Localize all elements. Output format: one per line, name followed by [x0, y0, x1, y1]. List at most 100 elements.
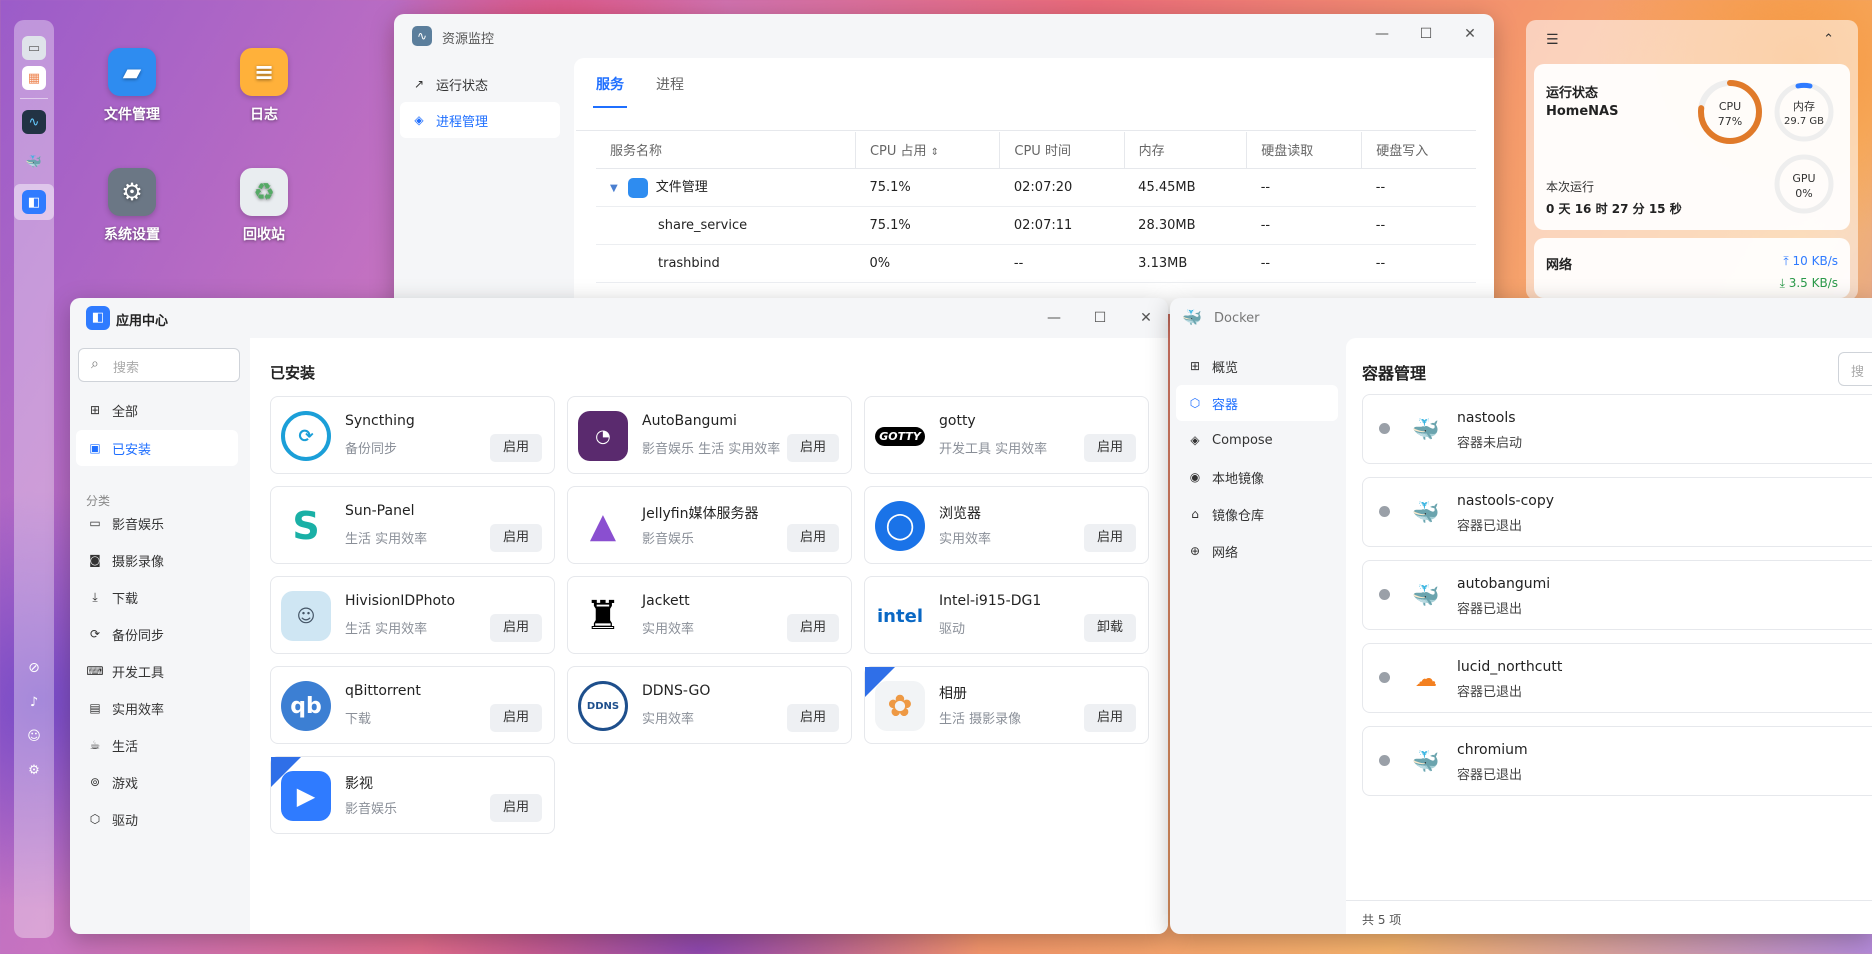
- docker-nav-containers[interactable]: ⬡ 容器: [1176, 385, 1338, 421]
- app-card-hivisionidphoto[interactable]: ☺ HivisionIDPhoto 生活 实用效率 启用: [270, 576, 555, 654]
- app-card-intel-i915[interactable]: intel Intel-i915-DG1 驱动 卸载: [864, 576, 1149, 654]
- app-card-sun-panel[interactable]: S Sun-Panel 生活 实用效率 启用: [270, 486, 555, 564]
- category-devtools[interactable]: ⌨ 开发工具: [76, 656, 238, 686]
- col-service-name[interactable]: 服务名称: [596, 132, 856, 169]
- docker-nav-network[interactable]: ⊕ 网络: [1176, 533, 1338, 569]
- bell-icon[interactable]: ♪: [22, 690, 46, 714]
- docker-search-input[interactable]: 搜: [1838, 352, 1872, 386]
- app-card-photos[interactable]: ✿ 相册 生活 摄影录像 启用: [864, 666, 1149, 744]
- collapse-icon[interactable]: ⌃: [1823, 32, 1834, 47]
- search-input[interactable]: ⌕ 搜索: [78, 348, 240, 382]
- status-dot: [1379, 672, 1390, 683]
- sidebar-item-run-status[interactable]: ↗ 运行状态: [400, 66, 538, 102]
- enable-button[interactable]: 启用: [1084, 704, 1136, 732]
- table-row[interactable]: ▼ 文件管理 75.1% 02:07:20 45.45MB -- --: [596, 168, 1476, 207]
- maximize-icon[interactable]: ☐: [1090, 308, 1110, 328]
- monitor-icon[interactable]: ▭: [22, 36, 46, 60]
- col-disk-write[interactable]: 硬盘写入: [1361, 132, 1476, 169]
- category-life[interactable]: ☕ 生活: [76, 730, 238, 760]
- docker-nav-overview[interactable]: ⊞ 概览: [1176, 348, 1338, 384]
- enable-button[interactable]: 启用: [1084, 524, 1136, 552]
- folder-icon: [627, 177, 648, 198]
- upload-icon: ⤒: [1783, 254, 1789, 268]
- docker-nav-registry[interactable]: ⌂ 镜像仓库: [1176, 496, 1338, 532]
- sidebar-item-process-management[interactable]: ◈ 进程管理: [400, 102, 560, 138]
- close-icon[interactable]: ✕: [1460, 24, 1480, 44]
- cube-icon: ⬡: [89, 812, 101, 826]
- category-photo[interactable]: ◙ 摄影录像: [76, 545, 238, 575]
- app-card-autobangumi[interactable]: ◔ AutoBangumi 影音娱乐 生活 实用效率 启用: [567, 396, 852, 474]
- col-cpu-usage[interactable]: CPU 占用 ⇕: [854, 132, 1000, 169]
- app-center-icon[interactable]: ◧: [22, 190, 46, 214]
- docker-nav-local-images[interactable]: ◉ 本地镜像: [1176, 459, 1338, 495]
- app-card-qbittorrent[interactable]: qb qBittorrent 下载 启用: [270, 666, 555, 744]
- category-games[interactable]: ⊚ 游戏: [76, 767, 238, 797]
- category-media[interactable]: ▭ 影音娱乐: [76, 508, 238, 538]
- item-count: 共 5 项: [1362, 913, 1402, 927]
- search-icon: ⌕: [91, 356, 99, 372]
- filter-icon[interactable]: ☰: [1546, 32, 1559, 48]
- enable-button[interactable]: 启用: [490, 614, 542, 642]
- table-row[interactable]: share_service 75.1% 02:07:11 28.30MB -- …: [596, 206, 1476, 245]
- app-card-gotty[interactable]: GOTTY gotty 开发工具 实用效率 启用: [864, 396, 1149, 474]
- docker-nav-compose[interactable]: ◈ Compose: [1176, 422, 1338, 458]
- minimize-icon[interactable]: —: [1044, 308, 1064, 328]
- chevron-down-icon[interactable]: ▼: [610, 183, 618, 194]
- enable-button[interactable]: 启用: [490, 794, 542, 822]
- user-icon[interactable]: ☺: [22, 724, 46, 748]
- titlebar: ◧ 应用中心 — ☐ ✕: [70, 298, 1168, 338]
- container-row[interactable]: 🐳 chromium 容器已退出: [1362, 726, 1872, 796]
- nav-all[interactable]: ⊞ 全部: [76, 392, 238, 428]
- desktop-file-manager[interactable]: ▰ 文件管理: [82, 48, 182, 124]
- enable-button[interactable]: 启用: [490, 434, 542, 462]
- app-card-ddns-go[interactable]: DDNS DDNS-GO 实用效率 启用: [567, 666, 852, 744]
- app-card-jackett[interactable]: ♜ Jackett 实用效率 启用: [567, 576, 852, 654]
- gpu-label: GPU: [1792, 172, 1815, 185]
- desktop-log[interactable]: ≡ 日志: [214, 48, 314, 124]
- settings-icon[interactable]: ⚙: [22, 758, 46, 782]
- enable-button[interactable]: 启用: [787, 524, 839, 552]
- grid-icon: ⊞: [1189, 359, 1201, 373]
- app-card-video[interactable]: ▶ 影视 影音娱乐 启用: [270, 756, 555, 834]
- nav-installed[interactable]: ▣ 已安装: [76, 430, 238, 466]
- mug-icon: ☕: [89, 738, 101, 752]
- maximize-icon[interactable]: ☐: [1416, 24, 1436, 44]
- col-disk-read[interactable]: 硬盘读取: [1246, 132, 1362, 169]
- category-download[interactable]: ⤓ 下载: [76, 582, 238, 612]
- app-card-syncthing[interactable]: ⟳ Syncthing 备份同步 启用: [270, 396, 555, 474]
- enable-button[interactable]: 启用: [787, 614, 839, 642]
- app-card-jellyfin[interactable]: ▲ Jellyfin媒体服务器 影音娱乐 启用: [567, 486, 852, 564]
- minimize-icon[interactable]: —: [1372, 24, 1392, 44]
- eye-icon: ◉: [1189, 470, 1201, 484]
- desktop-settings[interactable]: ⚙ 系统设置: [82, 168, 182, 244]
- table-row[interactable]: trashbind 0% -- 3.13MB -- --: [596, 244, 1476, 283]
- enable-button[interactable]: 启用: [1084, 434, 1136, 462]
- status-dot: [1379, 423, 1390, 434]
- enable-button[interactable]: 启用: [787, 434, 839, 462]
- ddns-icon: DDNS: [578, 681, 628, 731]
- tab-services[interactable]: 服务: [596, 74, 624, 94]
- col-memory[interactable]: 内存: [1123, 132, 1247, 169]
- desktop-recycle-bin[interactable]: ♻ 回收站: [214, 168, 314, 244]
- enable-button[interactable]: 启用: [490, 524, 542, 552]
- resource-monitor-icon[interactable]: ∿: [22, 110, 46, 134]
- container-row[interactable]: ☁ lucid_northcutt 容器已退出: [1362, 643, 1872, 713]
- app-card-browser[interactable]: ◯ 浏览器 实用效率 启用: [864, 486, 1149, 564]
- category-utility[interactable]: ▤ 实用效率: [76, 693, 238, 723]
- category-backup[interactable]: ⟳ 备份同步: [76, 619, 238, 649]
- enable-button[interactable]: 启用: [787, 704, 839, 732]
- close-icon[interactable]: ✕: [1136, 308, 1156, 328]
- enable-button[interactable]: 启用: [490, 704, 542, 732]
- category-drivers[interactable]: ⬡ 驱动: [76, 804, 238, 834]
- container-row[interactable]: 🐳 autobangumi 容器已退出: [1362, 560, 1872, 630]
- tab-processes[interactable]: 进程: [656, 74, 684, 94]
- container-row[interactable]: 🐳 nastools 容器未启动: [1362, 394, 1872, 464]
- recycle-icon: ♻: [240, 168, 288, 216]
- container-row[interactable]: 🐳 nastools-copy 容器已退出: [1362, 477, 1872, 547]
- docker-icon[interactable]: 🐳: [22, 150, 46, 174]
- signal-icon[interactable]: ⊘: [22, 656, 46, 680]
- apps-grid-icon[interactable]: ▦: [22, 66, 46, 90]
- uninstall-button[interactable]: 卸载: [1084, 614, 1136, 642]
- col-cpu-time[interactable]: CPU 时间: [999, 132, 1125, 169]
- log-icon: ≡: [240, 48, 288, 96]
